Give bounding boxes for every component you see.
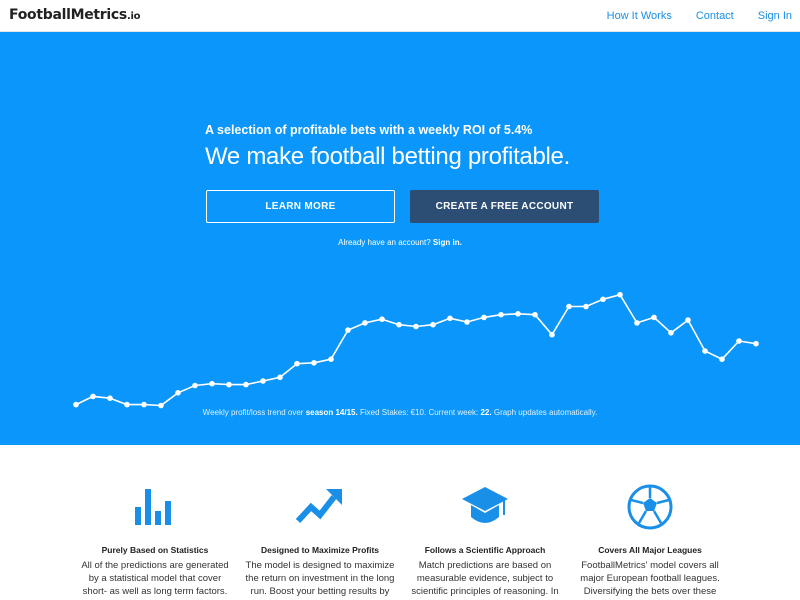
trend-up-arrow-icon [296,489,342,524]
feature-line: Diversifying the bets over these [583,586,717,597]
trend-point[interactable] [311,360,317,366]
brand-tld: .io [126,11,141,22]
feature-line: scientific principles of reasoning. In [411,586,559,597]
trend-point[interactable] [277,374,283,381]
trend-point[interactable] [107,395,113,401]
trend-point[interactable] [243,381,249,388]
caption-suffix: Graph updates automatically. [493,408,598,417]
feature-line: major European football leagues. [580,573,720,584]
nav-sign-in[interactable]: Sign In [758,10,792,22]
trend-point[interactable] [634,320,640,326]
navbar: FootballMetrics.io How It Works Contact … [0,0,800,32]
feature-line: Match predictions are based on [418,560,552,571]
trend-point[interactable] [430,321,436,328]
trend-line [75,293,757,407]
trend-point[interactable] [532,311,538,318]
trend-point[interactable] [73,401,79,408]
trend-point[interactable] [566,303,572,310]
brand-name: FootballMetrics [9,7,127,23]
trend-point[interactable] [464,319,470,325]
nav-links: How It Works Contact Sign In [583,10,792,22]
soccer-ball-icon [627,484,673,530]
brand-logo[interactable]: FootballMetrics.io [9,7,140,23]
trend-point[interactable] [294,360,300,367]
feature-line: All of the predictions are generated [81,560,229,571]
feature-description: Match predictions are based on measurabl… [400,559,570,598]
trend-point[interactable] [617,291,623,298]
nav-contact[interactable]: Contact [696,10,734,22]
trend-point[interactable] [481,314,487,321]
feature-line: run. Boost your betting results by [250,586,390,597]
trend-point[interactable] [260,378,266,384]
trend-point[interactable] [685,317,691,323]
trend-point[interactable] [362,320,368,326]
caption-week: 22. [480,408,492,417]
feature-line: by a statistical model that cover [88,573,222,584]
features-section: Purely Based on Statistics All of the pr… [0,445,800,600]
feature-line: measurable evidence, subject to [416,573,554,584]
trend-point[interactable] [719,356,725,362]
caption-prefix: Weekly profit/loss trend over [202,408,304,417]
trend-point[interactable] [141,401,147,408]
hero-headline: We make football betting profitable. [205,143,570,170]
trend-point[interactable] [328,356,334,362]
hero-section: A selection of profitable bets with a we… [0,32,800,445]
create-account-button[interactable]: CREATE A FREE ACCOUNT [410,190,599,223]
feature-line: short- as well as long term factors. [82,586,228,597]
signin-prompt: Already have an account? Sign in. [0,238,800,247]
trend-point[interactable] [413,323,419,330]
trend-point[interactable] [379,316,385,322]
feature-line: FootballMetrics' model covers all [581,560,719,571]
learn-more-button[interactable]: LEARN MORE [206,190,395,223]
feature-title: Covers All Major Leagues [598,545,702,555]
trend-point[interactable] [124,401,130,408]
bar-chart-icon [135,489,171,525]
trend-point[interactable] [192,382,198,389]
graduation-cap-icon [462,487,508,523]
feature-description: All of the predictions are generated by … [70,559,240,598]
trend-point[interactable] [600,296,606,303]
trend-point[interactable] [583,303,589,310]
trend-point[interactable] [90,393,96,400]
trend-point[interactable] [226,381,232,388]
chart-caption: Weekly profit/loss trend over season 14/… [0,408,800,417]
trend-point[interactable] [498,311,504,318]
trend-point[interactable] [702,348,708,354]
trend-point[interactable] [736,338,742,344]
trend-point[interactable] [753,340,759,347]
trend-point[interactable] [515,311,521,317]
signin-link[interactable]: Sign in. [433,238,462,247]
signin-prompt-text: Already have an account? [338,238,431,247]
profit-trend-chart [73,291,759,409]
trend-point[interactable] [668,330,674,336]
trend-point[interactable] [651,314,657,321]
trend-point[interactable] [209,380,215,387]
feature-description: The model is designed to maximize the re… [235,559,405,598]
caption-stakes: Fixed Stakes: €10. Current week: [359,408,479,417]
caption-season: season 14/15. [305,408,358,417]
feature-line: The model is designed to maximize [245,560,395,571]
feature-title: Follows a Scientific Approach [424,545,546,555]
feature-description: FootballMetrics' model covers all major … [565,559,735,598]
trend-point[interactable] [447,315,453,322]
trend-point[interactable] [549,331,555,338]
trend-point[interactable] [345,327,351,333]
trend-point[interactable] [175,390,181,396]
hero-tagline: A selection of profitable bets with a we… [205,123,533,137]
nav-how-it-works[interactable]: How It Works [607,10,672,22]
feature-title: Designed to Maximize Profits [260,545,380,555]
feature-line: the return on investment in the long [245,573,395,584]
feature-title: Purely Based on Statistics [101,545,209,555]
trend-point[interactable] [396,321,402,328]
